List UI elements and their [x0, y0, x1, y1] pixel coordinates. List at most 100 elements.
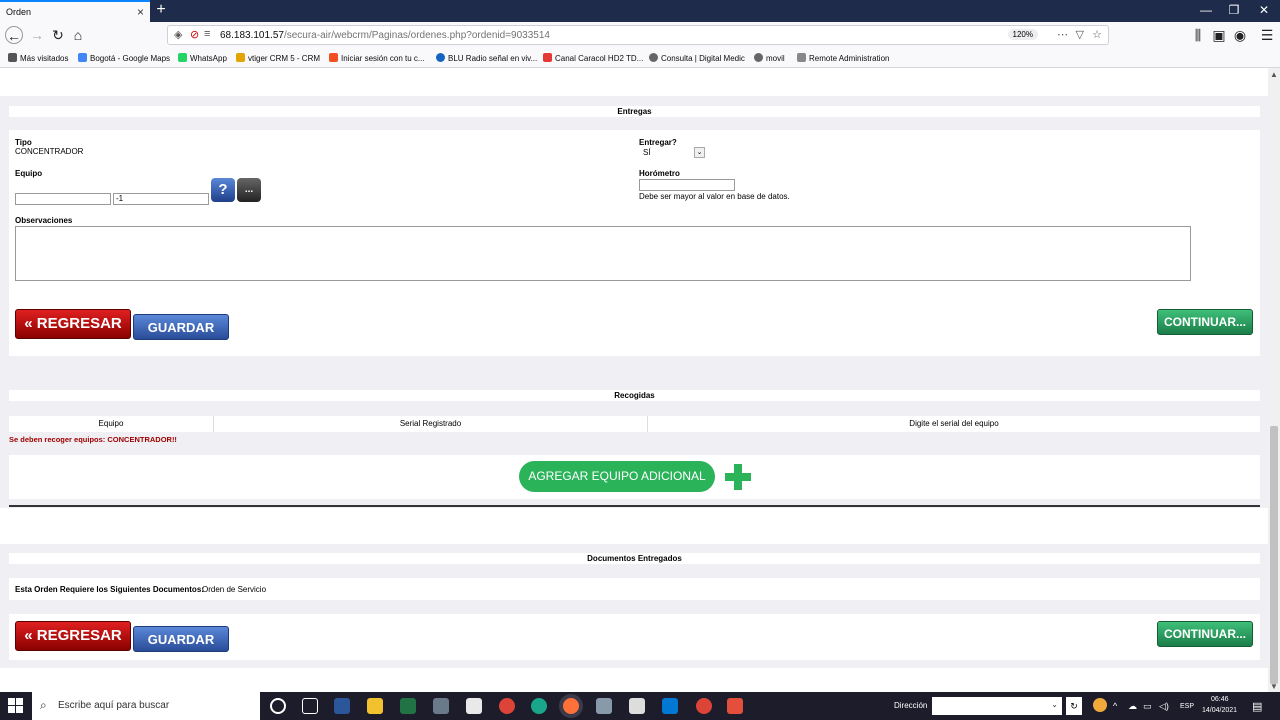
volume-icon[interactable]: ◁): [1159, 701, 1169, 712]
observaciones-label: Observaciones: [15, 216, 73, 225]
excel-icon[interactable]: [400, 698, 416, 714]
back-icon[interactable]: ←: [5, 26, 23, 44]
insecure-lock-icon[interactable]: ⊘: [190, 28, 199, 41]
firefox-icon[interactable]: [563, 698, 579, 714]
permissions-icon[interactable]: ≡: [204, 28, 210, 40]
clock-date[interactable]: 14/04/2021: [1202, 707, 1237, 714]
onedrive-icon[interactable]: ☁: [1128, 701, 1137, 712]
horometro-label: Horómetro: [639, 169, 680, 178]
tab-close-icon[interactable]: ×: [137, 5, 144, 19]
chrome-profile-icon[interactable]: [696, 698, 712, 714]
library-icon[interactable]: ⫼: [1189, 26, 1207, 44]
page-actions-icon[interactable]: ⋯: [1057, 28, 1068, 41]
browser-tab[interactable]: Orden ×: [0, 0, 150, 22]
home-icon[interactable]: ⌂: [69, 26, 87, 44]
taskbar-search[interactable]: ⌕ Escribe aquí para buscar: [32, 692, 260, 720]
notifications-icon[interactable]: ▤: [1252, 700, 1262, 713]
documentos-panel: Esta Orden Requiere los Siguientes Docum…: [9, 578, 1260, 600]
page-content: Entregas Tipo CONCENTRADOR Equipo -1 ? .…: [0, 68, 1268, 692]
app-icon[interactable]: [596, 698, 612, 714]
bookmark-item[interactable]: Iniciar sesión con tu c...: [329, 53, 425, 63]
word-icon[interactable]: [334, 698, 350, 714]
tray-chevron-icon[interactable]: ^: [1113, 701, 1117, 711]
bookmark-item[interactable]: WhatsApp: [178, 53, 227, 63]
bookmark-item[interactable]: Más visitados: [8, 53, 68, 63]
bookmark-item[interactable]: Canal Caracol HD2 TD...: [543, 53, 643, 63]
column-header-serial: Serial Registrado: [214, 416, 648, 432]
menu-icon[interactable]: ☰: [1258, 26, 1276, 44]
bookmark-item[interactable]: Remote Administration: [797, 53, 889, 63]
taskbar-search-placeholder: Escribe aquí para buscar: [58, 700, 170, 711]
page-scrollbar[interactable]: ▲ ▼: [1268, 68, 1280, 692]
windows-taskbar: ⌕ Escribe aquí para buscar Dirección ⌄ ↻…: [0, 692, 1280, 720]
column-header-digite-serial: Digite el serial del equipo: [909, 419, 999, 428]
bookmark-item[interactable]: movil: [754, 53, 785, 63]
caracol-icon: [543, 53, 552, 62]
globe-icon: [649, 53, 658, 62]
horometro-hint: Debe ser mayor al valor en base de datos…: [639, 192, 790, 201]
observaciones-textarea[interactable]: [15, 226, 1191, 281]
regresar-button-bottom[interactable]: « REGRESAR: [15, 621, 131, 651]
continuar-button-bottom[interactable]: CONTINUAR...: [1157, 621, 1253, 647]
edge-icon[interactable]: [531, 698, 547, 714]
plus-icon[interactable]: [725, 464, 751, 490]
task-view-icon[interactable]: [302, 698, 318, 714]
entregar-select[interactable]: SÍ ⌄: [639, 147, 705, 160]
app-icon[interactable]: [629, 698, 645, 714]
equipo-id-input[interactable]: -1: [113, 193, 209, 205]
sidebar-icon[interactable]: ▣: [1210, 26, 1228, 44]
clock-time[interactable]: 06:46: [1211, 696, 1229, 703]
url-bar[interactable]: ◈ ⊘ ≡ 68.183.101.57/secura-air/webcrm/Pa…: [167, 25, 1109, 45]
help-tray-icon[interactable]: [1093, 698, 1107, 712]
agregar-equipo-button[interactable]: AGREGAR EQUIPO ADICIONAL: [519, 461, 715, 492]
file-explorer-icon[interactable]: [367, 698, 383, 714]
cortana-icon[interactable]: [270, 698, 286, 714]
network-icon[interactable]: ▭: [1143, 701, 1152, 712]
anydesk-icon[interactable]: [727, 698, 743, 714]
new-tab-button[interactable]: +: [152, 1, 170, 19]
shield-icon[interactable]: ◈: [174, 28, 182, 41]
tipo-label: Tipo: [15, 138, 32, 147]
close-window-icon[interactable]: ✕: [1254, 3, 1274, 17]
windows-start-icon[interactable]: [8, 698, 24, 714]
pocket-icon[interactable]: ▽: [1076, 28, 1084, 41]
zoom-level[interactable]: 120%: [1007, 29, 1038, 40]
language-indicator[interactable]: ESP: [1180, 703, 1194, 710]
camera-icon[interactable]: [433, 698, 449, 714]
restore-icon[interactable]: ❐: [1224, 3, 1244, 17]
regresar-button[interactable]: « REGRESAR: [15, 309, 131, 339]
vtiger-icon: [236, 53, 245, 62]
guardar-button[interactable]: GUARDAR: [133, 314, 229, 340]
more-button[interactable]: ...: [237, 178, 261, 202]
minimize-icon[interactable]: —: [1196, 3, 1216, 17]
gear-icon: [8, 53, 17, 62]
mail-icon[interactable]: [662, 698, 678, 714]
horometro-input[interactable]: [639, 179, 735, 191]
google-icon: [78, 53, 87, 62]
direccion-input[interactable]: ⌄: [932, 697, 1062, 715]
continuar-button[interactable]: CONTINUAR...: [1157, 309, 1253, 335]
forward-icon[interactable]: →: [28, 26, 46, 44]
chevron-down-icon[interactable]: ⌄: [694, 147, 705, 158]
scroll-down-icon[interactable]: ▼: [1268, 682, 1280, 691]
help-button[interactable]: ?: [211, 178, 235, 202]
bookmark-star-icon[interactable]: ☆: [1092, 28, 1102, 41]
refresh-icon[interactable]: ↻: [1066, 697, 1082, 715]
scroll-thumb[interactable]: [1270, 426, 1278, 684]
bookmark-item[interactable]: Bogotá - Google Maps: [78, 53, 170, 63]
equipo-label: Equipo: [15, 169, 43, 178]
guardar-button-bottom[interactable]: GUARDAR: [133, 626, 229, 652]
account-icon[interactable]: ◉: [1231, 26, 1249, 44]
documentos-title: Documentos Entregados: [9, 553, 1260, 564]
scroll-up-icon[interactable]: ▲: [1268, 70, 1280, 79]
reload-icon[interactable]: ↻: [49, 26, 67, 44]
chevron-down-icon[interactable]: ⌄: [1051, 700, 1058, 709]
chrome-icon[interactable]: [499, 698, 515, 714]
url-text[interactable]: 68.183.101.57/secura-air/webcrm/Paginas/…: [220, 30, 550, 41]
store-icon[interactable]: [466, 698, 482, 714]
bookmark-item[interactable]: BLU Radio señal en viv...: [436, 53, 537, 63]
whatsapp-icon: [178, 53, 187, 62]
bookmark-item[interactable]: vtiger CRM 5 - CRM: [236, 53, 320, 63]
equipo-input[interactable]: [15, 193, 111, 205]
bookmark-item[interactable]: Consulta | Digital Medic: [649, 53, 745, 63]
